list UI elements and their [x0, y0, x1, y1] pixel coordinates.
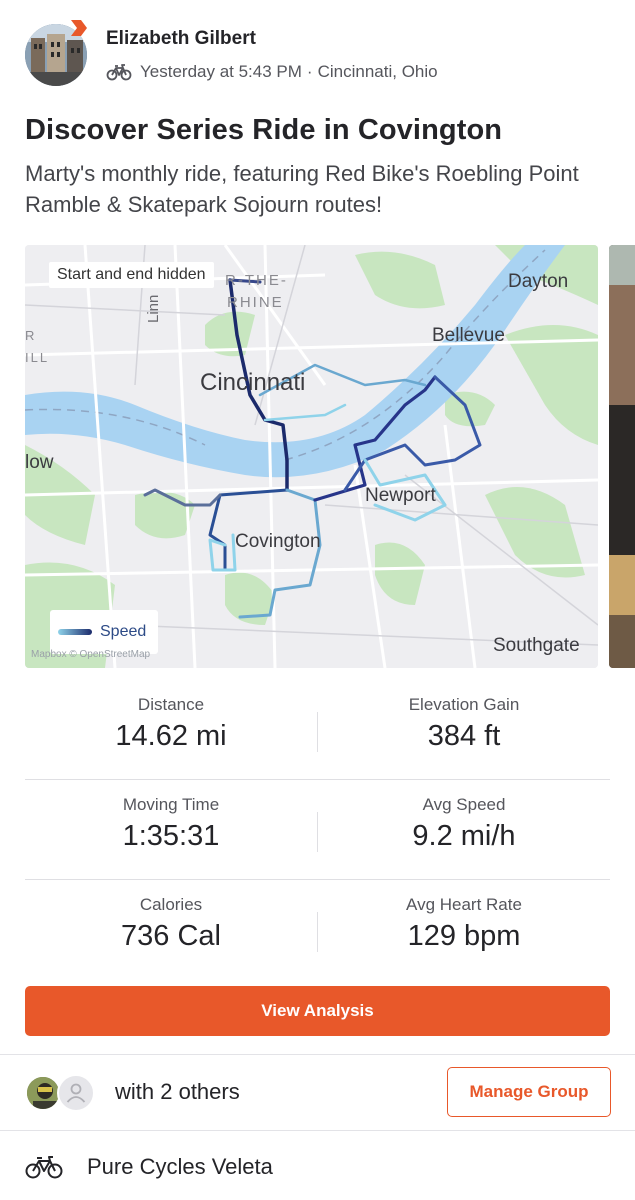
map-label-covington: Covington — [235, 531, 321, 552]
stat-value: 9.2 mi/h — [412, 820, 516, 852]
stats-grid: Distance 14.62 mi Elevation Gain 384 ft … — [25, 680, 610, 980]
activity-meta: Yesterday at 5:43 PM · Cincinnati, Ohio — [106, 60, 438, 84]
map-label-southgate: Southgate — [493, 635, 580, 656]
meta-separator: · — [306, 62, 313, 81]
activity-description: Marty's monthly ride, featuring Red Bike… — [25, 161, 579, 217]
speed-gradient-icon — [58, 629, 92, 635]
stat-value: 14.62 mi — [115, 720, 227, 752]
stats-row: Distance 14.62 mi Elevation Gain 384 ft — [25, 680, 610, 780]
group-member-avatar[interactable] — [25, 1075, 61, 1111]
athlete-name[interactable]: Elizabeth Gilbert — [106, 28, 256, 50]
group-row: with 2 others Manage Group — [0, 1054, 635, 1130]
stats-row: Moving Time 1:35:31 Avg Speed 9.2 mi/h — [25, 780, 610, 880]
map-label-low: low — [25, 452, 54, 473]
map-label-linn: Linn — [145, 295, 162, 323]
activity-title[interactable]: Discover Series Ride in Covington — [25, 114, 615, 147]
bike-icon — [25, 1156, 63, 1179]
map-label-cincinnati: Cincinnati — [200, 369, 305, 396]
stat-value: 129 bpm — [407, 920, 521, 952]
privacy-label: Start and end hidden — [49, 262, 214, 288]
stat-distance: Distance 14.62 mi — [25, 680, 317, 780]
map-label-ill: ILL — [25, 350, 49, 365]
route-map[interactable]: R-THE- RHINE Linn Cincinnati Dayton Bell… — [25, 245, 598, 668]
map-label-bellevue: Bellevue — [432, 325, 505, 346]
speed-legend[interactable]: Speed — [50, 610, 158, 654]
bike-icon — [106, 64, 132, 81]
activity-time: Yesterday at 5:43 PM — [140, 62, 302, 81]
stat-label: Avg Heart Rate — [406, 895, 522, 914]
stat-label: Moving Time — [122, 795, 220, 814]
stat-elevation-gain: Elevation Gain 384 ft — [318, 680, 610, 780]
map-label-otr: R-THE- — [225, 272, 288, 289]
map-attribution[interactable]: Mapbox © OpenStreetMap — [31, 649, 150, 660]
stat-label: Calories — [139, 895, 203, 914]
stat-avg-speed: Avg Speed 9.2 mi/h — [318, 780, 610, 880]
map-label-newport: Newport — [365, 485, 436, 506]
subscriber-badge-icon — [71, 20, 87, 36]
view-analysis-button[interactable]: View Analysis — [25, 986, 610, 1036]
stat-value: 736 Cal — [121, 920, 221, 952]
stat-value: 1:35:31 — [122, 820, 220, 852]
map-label-dayton: Dayton — [508, 271, 568, 292]
stat-avg-heart-rate: Avg Heart Rate 129 bpm — [318, 880, 610, 980]
next-photo-thumbnail[interactable] — [609, 245, 635, 668]
stat-label: Avg Speed — [422, 795, 506, 814]
map-label-otr2: RHINE — [227, 294, 284, 311]
activity-location: Cincinnati, Ohio — [317, 62, 438, 81]
stat-label: Distance — [137, 695, 205, 714]
group-member-avatar-placeholder[interactable] — [57, 1074, 95, 1112]
speed-legend-label: Speed — [100, 623, 147, 640]
gear-name: Pure Cycles Veleta — [87, 1154, 273, 1179]
map-label-r: R — [25, 328, 34, 343]
stat-calories: Calories 736 Cal — [25, 880, 317, 980]
user-icon — [66, 1083, 86, 1103]
group-members-text[interactable]: with 2 others — [115, 1079, 240, 1105]
stat-moving-time: Moving Time 1:35:31 — [25, 780, 317, 880]
divider — [0, 1130, 635, 1131]
manage-group-button[interactable]: Manage Group — [447, 1067, 611, 1117]
activity-header: Elizabeth Gilbert Yesterday at 5:43 PM ·… — [0, 0, 635, 110]
stat-label: Elevation Gain — [408, 695, 520, 714]
gear-row[interactable]: Pure Cycles Veleta — [0, 1132, 635, 1200]
stat-value: 384 ft — [427, 720, 501, 752]
stats-row: Calories 736 Cal Avg Heart Rate 129 bpm — [25, 880, 610, 980]
map-canvas: R-THE- RHINE Linn Cincinnati Dayton Bell… — [25, 245, 598, 668]
